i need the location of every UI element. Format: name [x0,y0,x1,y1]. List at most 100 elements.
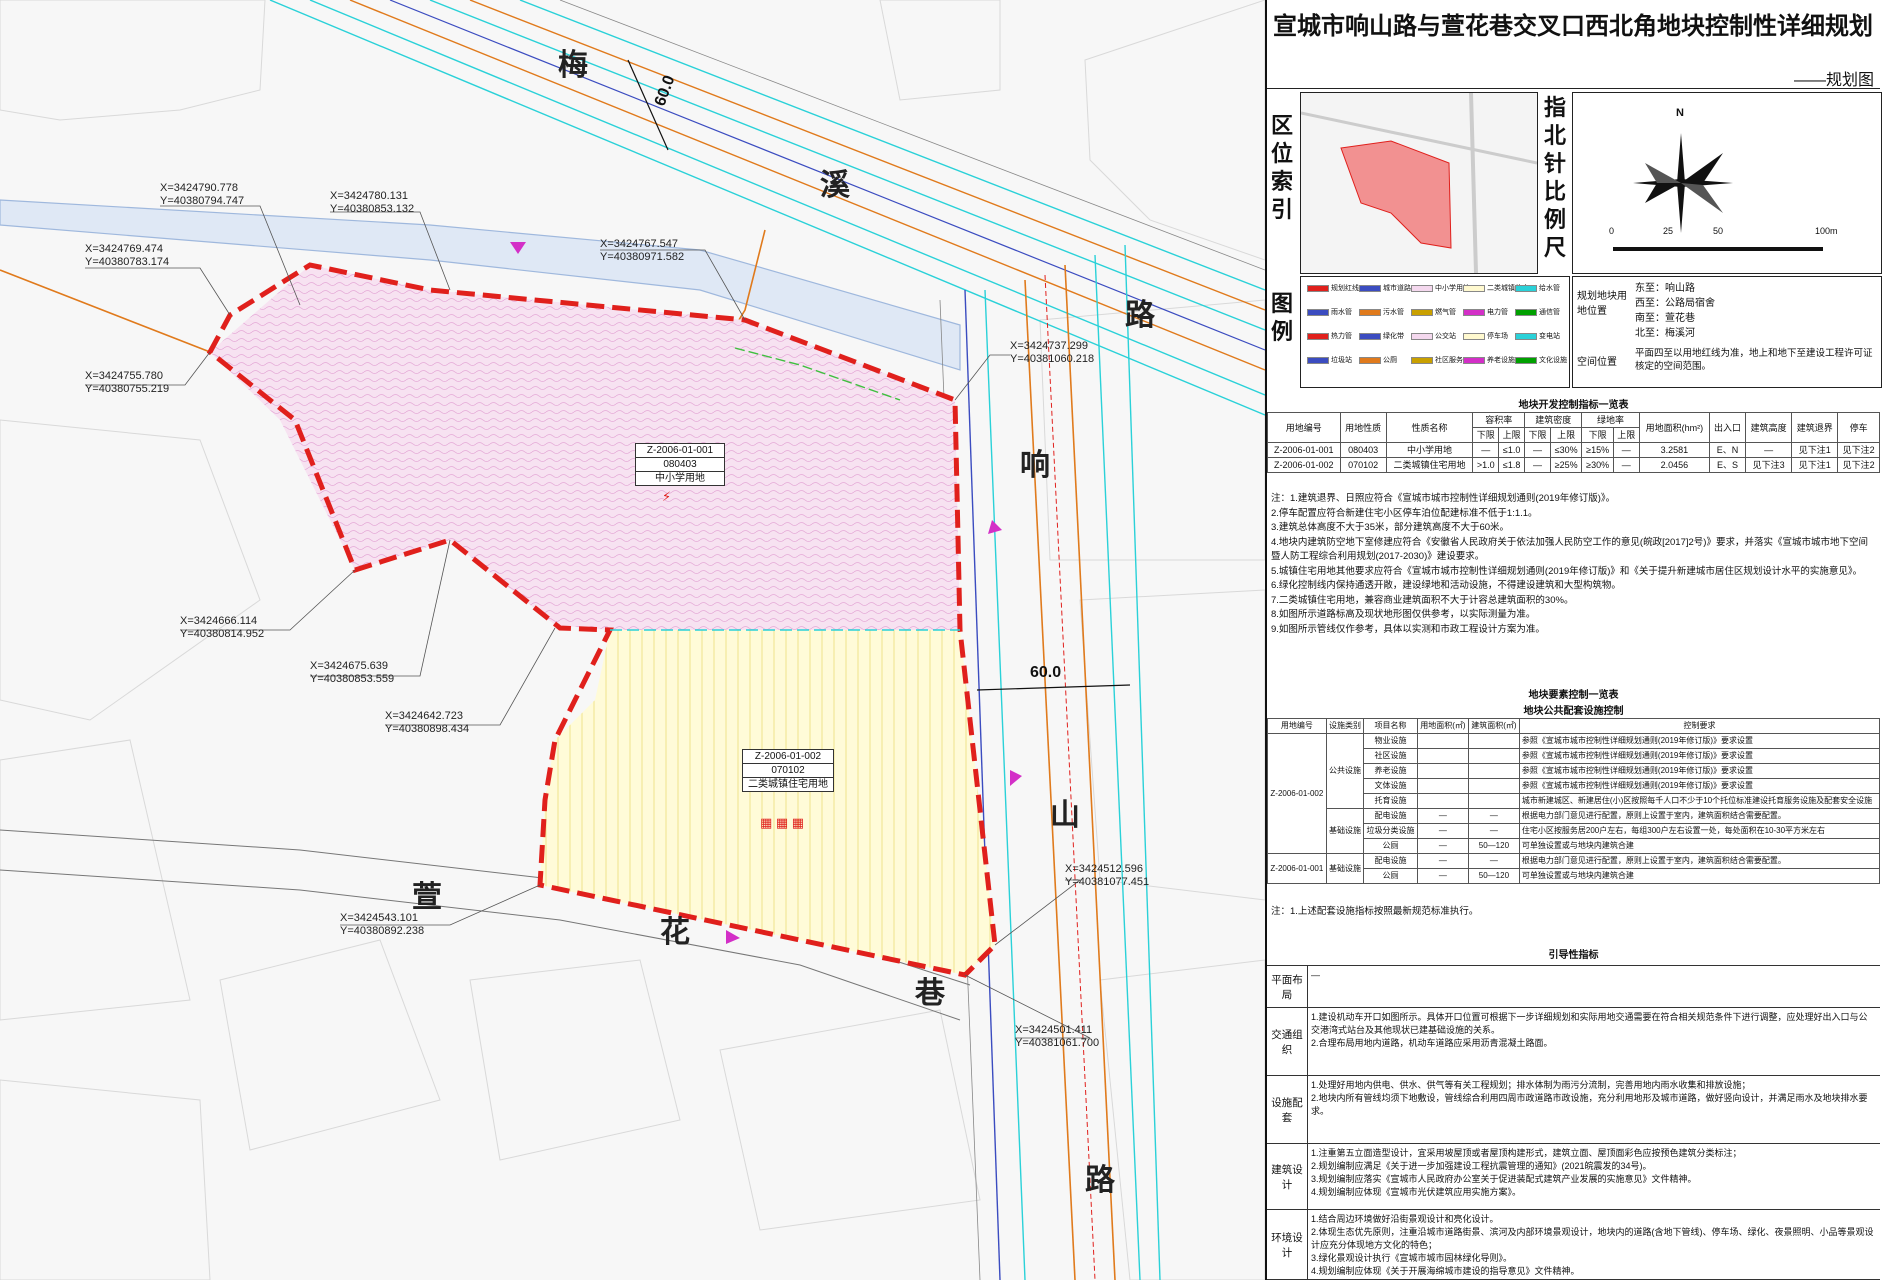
legend-item: 雨水管 [1307,307,1352,317]
location-index-heading: 区位索引 [1270,113,1293,222]
road-name-mei: 梅 [558,48,588,83]
coord-9: X=3424642.723 Y=40380898.434 [385,710,470,735]
legend-item: 文化设施 [1515,355,1567,365]
ct-h-parking: 停车 [1837,412,1880,443]
legend-item: 热力管 [1307,331,1352,341]
facility-note: 注：1.上述配套设施指标按照最新规范标准执行。 [1271,906,1479,917]
road-name-xuan: 萱 [412,880,442,915]
plot2-name: 二类城镇住宅用地 [748,779,828,790]
boundary-box: 规划地块用地位置 东至：响山路 西至：公路局宿舍 南至：萱花巷 北至：梅溪河 空… [1572,276,1882,388]
plot1-name: 中小学用地 [655,473,705,484]
power-icon: ⚡ [662,489,672,504]
facility-icons: ▦ ▦ ▦ [760,815,805,830]
guide-row-environment: 环境设计 1.结合周边环境做好沿街景观设计和亮化设计。 2.体现生态优先原则，注重… [1267,1209,1880,1280]
boundary-east: 东至：响山路 [1635,283,1695,294]
plot1-id: Z-2006-01-001 [636,444,724,458]
page-subtitle: ——规划图 [1793,72,1874,89]
coord-1: X=3424790.778 Y=40380794.747 [160,182,245,207]
scale-50: 50 [1713,226,1724,236]
ct-h-density: 建筑密度 [1524,412,1583,428]
facility-table-title: 地块要素控制一览表 [1528,690,1619,701]
boundary-south: 南至：萱花巷 [1635,313,1695,324]
ct-h-name: 性质名称 [1385,412,1474,443]
table-row: Z-2006-01-002 070102 二类城镇住宅用地 >1.0 ≤1.8— ≥2… [1267,457,1880,473]
ct-h-far: 容积率 [1472,412,1526,428]
legend-item: 燃气管 [1411,307,1456,317]
ct-h-area: 用地面积(hm²) [1638,412,1711,443]
plot2-area [540,630,995,975]
boundary-list: 东至：响山路 西至：公路局宿舍 南至：萱花巷 北至：梅溪河 [1635,281,1715,341]
table-row: Z-2006-01-001 080403 中小学用地 — ≤1.0— ≤30% ≥15%… [1267,442,1880,458]
legend-item: 污水管 [1359,307,1404,317]
north-letter: N [1676,107,1684,119]
legend-item: 给水管 [1515,283,1560,293]
legend-item: 电力管 [1463,307,1508,317]
guide-row-traffic: 交通组织 1.建设机动车开口如图所示。具体开口位置可根据下一步详细规划和实际用地交… [1267,1007,1880,1076]
page-title: 宣城市响山路与萱花巷交叉口西北角地块控制性详细规划 [1273,13,1873,40]
road-name-hua: 花 [660,915,690,950]
legend-item: 规划红线 [1307,283,1359,293]
coord-3: X=3424769.474 Y=40380783.174 [85,243,170,268]
coord-10: X=3424512.596 Y=40381077.451 [1065,863,1150,888]
scale-0: 0 [1609,226,1615,236]
coord-12: X=3424501.411 Y=40381061.700 [1015,1024,1100,1049]
ct-h-height: 建筑高度 [1745,412,1793,443]
coord-8: X=3424675.639 Y=40380853.559 [310,660,395,685]
plan-sheet: 梅 溪 路 响 山 路 萱 花 巷 60.0 60.0 X=3424790.77… [0,0,1883,1280]
coord-7: X=3424666.114 Y=40380814.952 [180,615,265,640]
rule-top [1267,88,1880,90]
legend-item: 中小学用地 [1411,283,1470,293]
facility-table-subtitle: 地块公共配套设施控制 [1523,706,1624,717]
road-name-lu1: 路 [1125,298,1155,333]
space-text: 平面四至以用地红线为准，地上和地下至建设工程许可证核定的空间范围。 [1635,348,1873,372]
coord-6: X=3424737.299 Y=40381060.218 [1010,340,1095,365]
road-name-lu2: 路 [1085,1163,1115,1198]
compass-icon [1613,133,1823,251]
guide-row-building: 建筑设计 1.注重第五立面造型设计，宜采用坡屋顶或者屋顶构建形式，建筑立面、屋顶面… [1267,1143,1880,1210]
ct-h-access: 出入口 [1709,412,1747,443]
notes-list: 注：1.建筑退界、日照应符合《宣城市城市控制性详细规划通则(2019年修订版)》… [1271,493,1868,635]
facility-table: 用地编号 设施类别 项目名称 用地面积(㎡) 建筑面积(㎡) 控制要求 Z-2006-0… [1267,718,1881,884]
ct-h-setback: 建筑退界 [1791,412,1839,443]
plan-map: 梅 溪 路 响 山 路 萱 花 巷 60.0 60.0 X=3424790.77… [0,0,1265,1280]
coord-5: X=3424755.780 Y=40380755.219 [85,370,170,395]
legend-item: 公交站 [1411,331,1456,341]
plot2-id: Z-2006-01-002 [743,750,833,764]
ct-h-id: 用地编号 [1267,412,1341,443]
legend-item: 社区服务 [1411,355,1463,365]
info-panel: 宣城市响山路与萱花巷交叉口西北角地块控制性详细规划 ——规划图 区位索引 指北针… [1265,0,1882,1280]
legend-item: 变电站 [1515,331,1560,341]
table-row: Z-2006-01-002 公共设施 物业设施 参照《宣城市城市控制性详细规划通则… [1267,733,1881,854]
scale-100: 100m [1815,226,1838,236]
legend-item: 垃圾站 [1307,355,1352,365]
road-name-xiang: 响 [1020,448,1050,483]
boundary-west: 西至：公路局宿舍 [1635,298,1715,309]
boundary-label: 规划地块用地位置 [1577,291,1627,317]
north-scale-heading: 指北针比例尺 [1543,95,1566,260]
coord-2: X=3424780.131 Y=40380853.132 [330,190,415,215]
ct-h-green: 绿地率 [1581,412,1640,428]
legend-item: 养老设施 [1463,355,1515,365]
scale-25: 25 [1663,226,1674,236]
plot2-code: 070102 [743,764,833,778]
legend-item: 公厕 [1359,355,1397,365]
plot1-code: 080403 [636,458,724,472]
road-name-xi: 溪 [820,168,850,203]
dim-line-east [976,684,1131,691]
coord-11: X=3424543.101 Y=40380892.238 [340,912,425,937]
legend-item: 停车场 [1463,331,1508,341]
road-name-xiangxiang: 巷 [915,976,945,1011]
table-row: Z-2006-01-001 基础设施 配电设施 — — 根据电力部门意见进行配置，原则… [1267,853,1881,884]
plot2-label[interactable]: Z-2006-01-002 070102 二类城镇住宅用地 [742,749,834,792]
road-width-east: 60.0 [1030,664,1062,681]
space-label: 空间位置 [1577,357,1617,368]
location-mini-map [1300,92,1538,274]
north-scale-box: N 0 25 50 100m [1572,92,1882,274]
ct-h-nature: 用地性质 [1339,412,1387,443]
control-table-title: 地块开发控制指标一览表 [1518,400,1629,411]
road-name-shan: 山 [1050,798,1080,833]
plot1-label[interactable]: Z-2006-01-001 080403 中小学用地 [635,443,725,486]
legend-item: 通信管 [1515,307,1560,317]
legend-item: 城市道路 [1359,283,1411,293]
location-index-map [1300,92,1538,274]
